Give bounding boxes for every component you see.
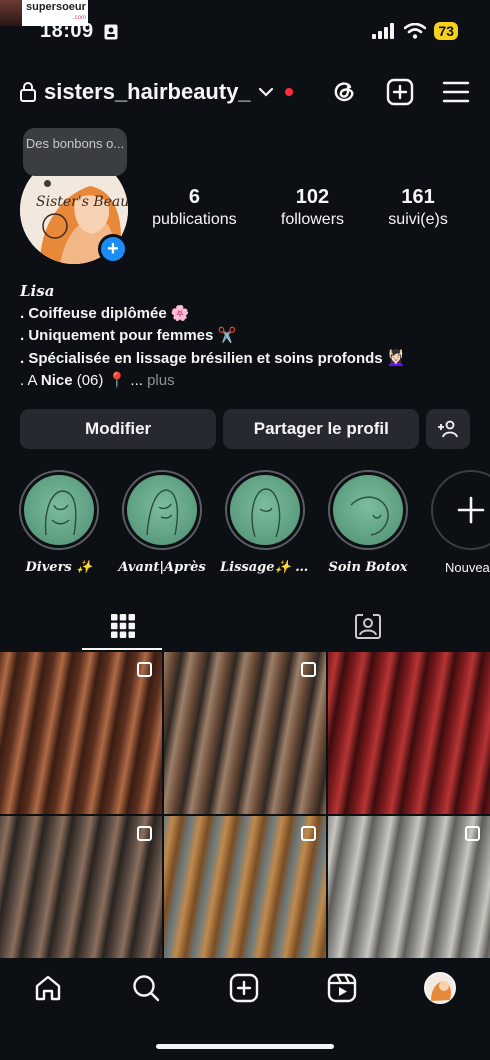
highlight-item[interactable]: Lissage✨ brésilien bbox=[220, 470, 310, 575]
profile-avatar bbox=[424, 972, 456, 1004]
multi-photo-icon bbox=[301, 826, 316, 841]
add-person-icon bbox=[438, 420, 459, 438]
profile-stats: 6 publications 102 followers 161 suivi(e… bbox=[130, 186, 470, 229]
profile-header: sisters_hairbeauty_ bbox=[20, 72, 470, 112]
nav-home[interactable] bbox=[32, 972, 64, 1004]
discover-people-button[interactable] bbox=[426, 409, 470, 449]
stat-following[interactable]: 161 suivi(e)s bbox=[388, 186, 448, 229]
bio-line: . Uniquement pour femmes ✂️ bbox=[20, 327, 237, 344]
svg-text:Sister's Beauty: Sister's Beauty bbox=[36, 194, 128, 210]
highlight-cover bbox=[127, 475, 197, 545]
username-switcher[interactable]: sisters_hairbeauty_ bbox=[44, 79, 251, 105]
plus-icon bbox=[457, 496, 485, 524]
multi-photo-icon bbox=[137, 826, 152, 841]
highlight-label: Lissage✨ brésilien bbox=[220, 560, 310, 575]
highlight-cover bbox=[333, 475, 403, 545]
create-post-icon[interactable] bbox=[386, 78, 414, 106]
stat-publications[interactable]: 6 publications bbox=[152, 186, 237, 229]
multi-photo-icon bbox=[137, 662, 152, 677]
lock-icon bbox=[20, 82, 36, 102]
bio-line: . Coiffeuse diplômée 🌸 bbox=[20, 304, 190, 322]
posts-grid bbox=[0, 652, 490, 978]
share-profile-button[interactable]: Partager le profil bbox=[223, 409, 420, 449]
nav-search[interactable] bbox=[130, 972, 162, 1004]
profile-actions: Modifier Partager le profil bbox=[20, 409, 470, 449]
grid-icon bbox=[110, 614, 135, 638]
active-tab-indicator bbox=[82, 648, 162, 650]
threads-icon[interactable] bbox=[330, 78, 358, 106]
post-thumbnail[interactable] bbox=[164, 816, 326, 978]
note-bubble[interactable]: Des bonbons o... bbox=[23, 128, 127, 176]
nav-reels[interactable] bbox=[326, 972, 358, 1004]
chevron-down-icon[interactable] bbox=[257, 86, 275, 98]
tagged-person-icon bbox=[354, 614, 381, 639]
person-card-icon bbox=[104, 24, 118, 40]
bio-line: . Spécialisée en lissage brésilien et so… bbox=[20, 349, 406, 367]
watermark-brand: supersoeur .com bbox=[26, 1, 86, 22]
post-thumbnail[interactable] bbox=[328, 652, 490, 814]
bio-location-line: . A Nice (06) 📍 ... plus bbox=[20, 372, 175, 389]
watermark-photo bbox=[0, 0, 22, 26]
tab-posts-grid[interactable] bbox=[0, 602, 245, 650]
watermark-logo: supersoeur .com bbox=[0, 0, 88, 26]
search-icon bbox=[133, 975, 160, 1002]
nav-create[interactable] bbox=[228, 972, 260, 1004]
add-story-button[interactable]: + bbox=[98, 234, 128, 264]
menu-icon[interactable] bbox=[442, 80, 470, 104]
highlight-item[interactable]: Avant|Après bbox=[117, 470, 207, 575]
highlight-label: Avant|Après bbox=[118, 560, 206, 575]
profile-tabs bbox=[0, 602, 490, 650]
story-highlights: Divers ✨ Avant|Après Lissage✨ brésilien … bbox=[14, 470, 490, 580]
highlight-label: Nouveau bbox=[444, 560, 490, 575]
tab-tagged[interactable] bbox=[245, 602, 490, 650]
post-thumbnail[interactable] bbox=[328, 816, 490, 978]
reels-icon bbox=[327, 973, 357, 1003]
highlight-cover bbox=[24, 475, 94, 545]
post-thumbnail[interactable] bbox=[0, 652, 162, 814]
notification-dot bbox=[284, 88, 293, 96]
home-indicator bbox=[156, 1044, 334, 1049]
post-thumbnail[interactable] bbox=[164, 652, 326, 814]
edit-profile-button[interactable]: Modifier bbox=[20, 409, 217, 449]
create-icon bbox=[229, 973, 259, 1003]
battery-indicator: 73 bbox=[434, 22, 458, 40]
home-icon bbox=[35, 975, 61, 1001]
bio-more-link[interactable]: plus bbox=[147, 372, 175, 389]
highlight-cover bbox=[230, 475, 300, 545]
profile-bio: Lisa . Coiffeuse diplômée 🌸 . Uniquement… bbox=[20, 280, 480, 393]
note-bubble-tail bbox=[44, 180, 51, 187]
stat-followers[interactable]: 102 followers bbox=[281, 186, 344, 229]
post-thumbnail[interactable] bbox=[0, 816, 162, 978]
display-name: Lisa bbox=[20, 282, 55, 300]
new-highlight-button[interactable]: Nouveau bbox=[426, 470, 490, 575]
nav-profile[interactable] bbox=[424, 972, 456, 1004]
multi-photo-icon bbox=[465, 826, 480, 841]
highlight-item[interactable]: Soin Botox bbox=[323, 470, 413, 575]
wifi-icon bbox=[404, 23, 427, 39]
highlight-label: Divers ✨ bbox=[25, 560, 93, 575]
multi-photo-icon bbox=[301, 662, 316, 677]
highlight-label: Soin Botox bbox=[328, 560, 408, 575]
cellular-signal-icon bbox=[372, 23, 395, 39]
highlight-item[interactable]: Divers ✨ bbox=[14, 470, 104, 575]
bottom-navigation bbox=[0, 958, 490, 1020]
